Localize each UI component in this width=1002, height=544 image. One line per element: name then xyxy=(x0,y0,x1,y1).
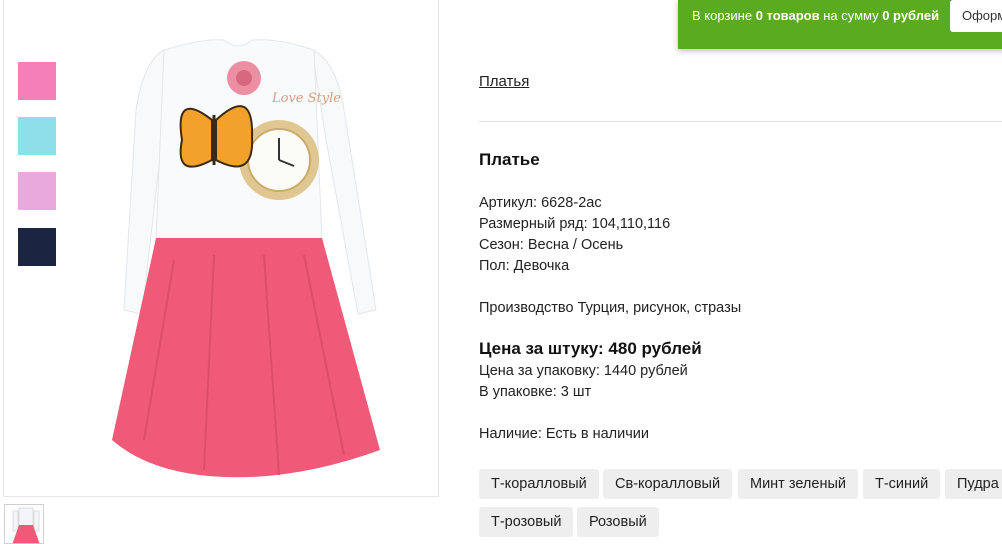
product-production: Производство Турция, рисунок, стразы xyxy=(479,300,742,316)
print-text: Love Style xyxy=(271,91,341,106)
color-option-t-blue[interactable]: Т-синий xyxy=(863,469,941,499)
color-option-t-pink[interactable]: Т-розовый xyxy=(479,507,574,537)
color-option-pink[interactable]: Розовый xyxy=(577,507,659,537)
color-option-powder[interactable]: Пудра xyxy=(945,469,1002,499)
product-article: Артикул: 6628-2ас xyxy=(479,195,602,211)
cart-middle: на сумму xyxy=(819,8,883,23)
color-swatch-navy[interactable] xyxy=(18,228,56,266)
breadcrumb-category-link[interactable]: Платья xyxy=(479,73,529,90)
color-swatch-lilac[interactable] xyxy=(18,172,56,210)
product-sizes: Размерный ряд: 104,110,116 xyxy=(479,216,671,232)
product-title: Платье xyxy=(479,150,540,169)
product-image-frame: Love Style xyxy=(3,0,439,497)
price-per-pack: Цена за упаковку: 1440 рублей xyxy=(479,363,688,379)
availability: Наличие: Есть в наличии xyxy=(479,426,649,442)
checkout-button[interactable]: Оформ xyxy=(950,0,1002,32)
color-option-t-coral[interactable]: Т-коралловый xyxy=(479,469,599,499)
product-thumbnail[interactable] xyxy=(4,504,44,544)
product-photo-dress: Love Style xyxy=(112,39,380,478)
product-gender: Пол: Девочка xyxy=(479,258,570,274)
color-swatch-mint[interactable] xyxy=(18,117,56,155)
divider xyxy=(479,121,1002,122)
cart-summary: В корзине 0 товаров на сумму 0 рублей xyxy=(692,8,939,23)
thumbnail-dress-icon xyxy=(12,507,40,543)
cart-count: 0 товаров xyxy=(755,8,820,23)
color-option-mint-green[interactable]: Минт зеленый xyxy=(738,469,858,499)
pack-count: В упаковке: 3 шт xyxy=(479,384,592,400)
price-per-unit: Цена за штуку: 480 рублей xyxy=(479,339,702,358)
cart-notification-bar: В корзине 0 товаров на сумму 0 рублей Оф… xyxy=(678,0,1002,49)
cart-prefix: В корзине xyxy=(692,8,756,23)
color-option-light-coral[interactable]: Св-коралловый xyxy=(603,469,733,499)
cart-sum: 0 рублей xyxy=(882,8,940,23)
product-season: Сезон: Весна / Осень xyxy=(479,237,624,253)
color-swatch-pink[interactable] xyxy=(18,62,56,100)
